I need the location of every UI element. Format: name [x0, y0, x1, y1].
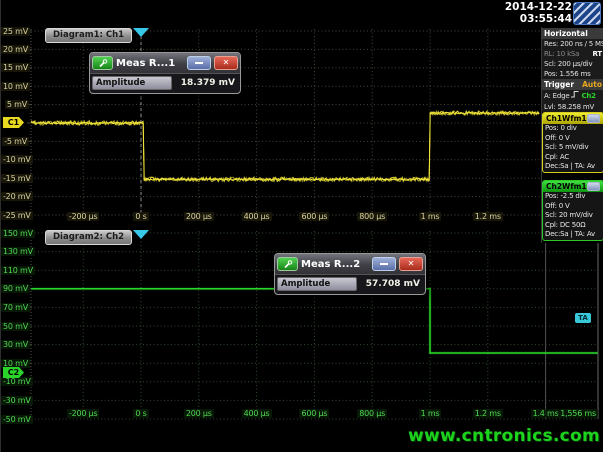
y-axis-label: 25 mV	[1, 27, 29, 36]
x-axis-label: 1 ms	[406, 409, 454, 418]
y-axis-label: -5 mV	[1, 137, 29, 146]
horizontal-res: Res: 200 ns / 5 MSa/s	[542, 39, 603, 49]
meas-window-2: Meas R...2 ✕ Amplitude 57.708 mV	[274, 253, 426, 295]
x-axis-label: 0 s	[117, 212, 165, 221]
trigger-mode: Auto	[582, 80, 602, 89]
minimize-icon[interactable]	[187, 56, 211, 70]
meas1-body: Amplitude 18.379 mV	[90, 74, 240, 93]
horizontal-trigger-panel: Horizontal Res: 200 ns / 5 MSa/s RL: 10 …	[542, 28, 603, 112]
y-axis-label: 90 mV	[1, 284, 29, 293]
wrench-icon[interactable]	[277, 257, 298, 271]
x-axis-label: 1 ms	[406, 212, 454, 221]
x-axis-label: 1.2 ms	[464, 212, 512, 221]
meas2-body: Amplitude 57.708 mV	[275, 275, 425, 294]
horizontal-scale: Scl: 200 µs/div	[542, 59, 603, 69]
minimize-dialog-icon[interactable]	[587, 182, 600, 191]
info-line: Dec:Sa | TA: Av	[543, 162, 603, 172]
info-line: Off: 0 V	[543, 202, 603, 212]
realtime-flag: RT	[593, 49, 602, 59]
meas2-titlebar[interactable]: Meas R...2 ✕	[275, 254, 425, 275]
meas1-titlebar[interactable]: Meas R...1 ✕	[90, 53, 240, 74]
y-axis-label: 20 mV	[1, 45, 29, 54]
oscilloscope-screen: 25 mV 20 mV 15 mV 10 mV 5 mV -5 mV -10 mV -15 m…	[0, 0, 603, 452]
info-line: Scl: 5 mV/div	[543, 143, 603, 153]
horizontal-rl-row: RL: 10 kSa RT	[542, 49, 603, 59]
rohde-schwarz-logo	[573, 2, 601, 25]
ch1wfm1-body: Pos: 0 divOff: 0 VScl: 5 mV/divCpl: ACDe…	[543, 124, 603, 172]
y-axis-label: 50 mV	[1, 322, 29, 331]
watermark: www.cntronics.com	[408, 426, 600, 446]
horizontal-section-title[interactable]: Horizontal	[542, 28, 603, 39]
x-axis-label: 400 µs	[233, 212, 281, 221]
close-icon[interactable]: ✕	[214, 56, 238, 70]
info-line: Scl: 20 mV/div	[543, 211, 603, 221]
x-axis-label: 1,556 ms	[552, 409, 598, 418]
y-axis-label: 130 mV	[1, 247, 29, 256]
info-line: Dec:Sa | TA: Av	[543, 230, 603, 240]
y-axis-label: 70 mV	[1, 303, 29, 312]
trigger-position-marker-diagram2[interactable]	[133, 230, 149, 239]
ch2wfm1-body: Pos: -2.5 divOff: 0 VScl: 20 mV/divCpl: …	[543, 192, 603, 240]
y-axis-label: -10 mV	[1, 155, 29, 164]
meas1-value: 18.379 mV	[176, 78, 238, 88]
meas2-parameter-field[interactable]: Amplitude	[277, 277, 357, 291]
y-axis-label: 5 mV	[1, 100, 29, 109]
x-axis-label: 600 µs	[290, 212, 338, 221]
y-axis-label: 15 mV	[1, 63, 29, 72]
y-axis-label: -15 mV	[1, 174, 29, 183]
y-axis-label: -20 mV	[1, 192, 29, 201]
meas-window-1: Meas R...1 ✕ Amplitude 18.379 mV	[89, 52, 241, 94]
trigger-level: Lvl: 58.258 mV	[542, 102, 603, 112]
x-axis-label: 800 µs	[348, 409, 396, 418]
info-line: Cpl: AC	[543, 153, 603, 163]
y-axis-label: 30 mV	[1, 340, 29, 349]
trigger-position-marker-diagram1[interactable]	[133, 28, 149, 37]
y-axis-label: 110 mV	[1, 266, 29, 275]
info-line: Off: 0 V	[543, 134, 603, 144]
y-axis-label: -30 mV	[1, 396, 29, 405]
x-axis-label: 600 µs	[290, 409, 338, 418]
x-axis-label: 0 s	[117, 409, 165, 418]
ch1wfm1-dialog: Ch1Wfm1 Pos: 0 divOff: 0 VScl: 5 mV/divC…	[542, 112, 603, 173]
info-line: Pos: 0 div	[543, 124, 603, 134]
ch2wfm1-dialog: Ch2Wfm1 Pos: -2.5 divOff: 0 VScl: 20 mV/…	[542, 180, 603, 241]
minimize-icon[interactable]	[372, 257, 396, 271]
time-display: 03:55:44	[505, 14, 572, 26]
y-axis-label: -10 mV	[1, 377, 29, 386]
date-display: 2014-12-22	[505, 2, 572, 14]
meas1-title: Meas R...1	[116, 58, 184, 69]
x-axis-label: -200 µs	[59, 409, 107, 418]
y-axis-label: -25 mV	[1, 211, 29, 220]
x-axis-label: 200 µs	[175, 409, 223, 418]
x-axis-label: 800 µs	[348, 212, 396, 221]
x-axis-label: 1.2 ms	[464, 409, 512, 418]
trigger-a-row: A: Edge Ch2	[542, 90, 603, 102]
trigger-section-title[interactable]: Trigger Auto	[542, 79, 603, 90]
y-axis-label: 150 mV	[1, 229, 29, 238]
minimize-dialog-icon[interactable]	[587, 114, 600, 123]
tab-diagram1[interactable]: Diagram1: Ch1	[45, 28, 132, 43]
y-axis-label: 10 mV	[1, 359, 29, 368]
datetime-display: 2014-12-22 03:55:44	[505, 2, 572, 25]
x-axis-label: 200 µs	[175, 212, 223, 221]
meas2-value: 57.708 mV	[361, 279, 423, 289]
meas1-parameter-field[interactable]: Amplitude	[92, 76, 172, 90]
info-line: Cpl: DC 50Ω	[543, 221, 603, 231]
tab-diagram2[interactable]: Diagram2: Ch2	[45, 230, 132, 245]
edge-trigger-icon	[571, 90, 579, 102]
ch2wfm1-header[interactable]: Ch2Wfm1	[543, 181, 603, 192]
trigger-source: Ch2	[581, 91, 595, 101]
x-axis-label: 400 µs	[233, 409, 281, 418]
meas2-title: Meas R...2	[301, 259, 369, 270]
x-axis-label: -200 µs	[59, 212, 107, 221]
info-line: Pos: -2.5 div	[543, 192, 603, 202]
y-axis-label: 10 mV	[1, 82, 29, 91]
ch1wfm1-header[interactable]: Ch1Wfm1	[543, 113, 603, 124]
top-bar: 2014-12-22 03:55:44	[1, 0, 603, 27]
horizontal-position: Pos: 1.556 ms	[542, 69, 603, 79]
wrench-icon[interactable]	[92, 56, 113, 70]
trigger-level-badge[interactable]: TA	[575, 313, 591, 323]
close-icon[interactable]: ✕	[399, 257, 423, 271]
y-axis-label: -50 mV	[1, 415, 29, 424]
